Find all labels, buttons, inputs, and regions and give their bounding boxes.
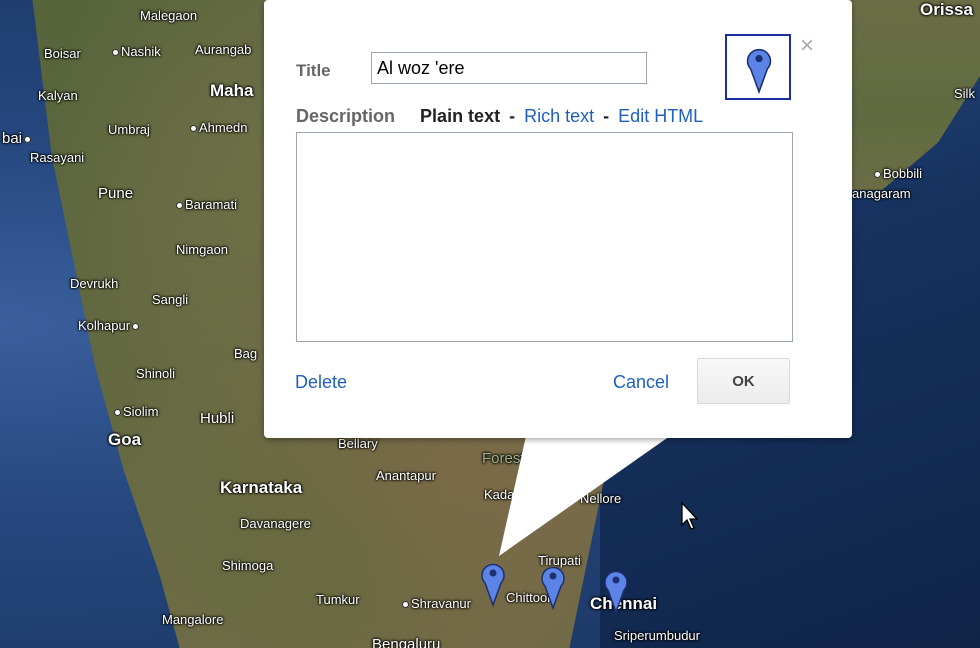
- map-label: Ahmedn: [190, 120, 247, 135]
- map-label: Hubli: [200, 410, 235, 427]
- title-input[interactable]: [371, 52, 647, 84]
- map-label: anagaram: [852, 186, 911, 201]
- map-label: Bag: [234, 346, 258, 361]
- separator: -: [509, 106, 516, 126]
- placemark-pin-icon: [746, 48, 772, 94]
- description-label: Description: [296, 106, 396, 126]
- map-label: Nimgaon: [176, 242, 229, 257]
- map-label: Rasayani: [30, 150, 85, 165]
- map-label: Orissa: [920, 0, 973, 19]
- map-label: bai: [2, 130, 33, 147]
- map-label: Forest: [482, 450, 525, 467]
- close-icon[interactable]: ×: [800, 34, 814, 58]
- map-label: Sangli: [152, 292, 189, 307]
- map-label: Nashik: [112, 44, 161, 59]
- map-label: Pune: [98, 185, 134, 202]
- map-label: Sriperumbudur: [614, 628, 700, 643]
- plain-text-mode: Plain text: [420, 106, 501, 126]
- map-label: Shravanur: [402, 596, 471, 611]
- map-label: Baramati: [176, 197, 237, 212]
- description-textarea[interactable]: [296, 132, 793, 342]
- separator: -: [603, 106, 610, 126]
- map-label: Kolhapur: [78, 318, 141, 333]
- ok-button[interactable]: OK: [697, 358, 790, 404]
- map-label: Boisar: [44, 46, 81, 61]
- delete-link[interactable]: Delete: [295, 372, 347, 393]
- map-label: Silk: [954, 86, 975, 101]
- map-label: Karnataka: [220, 478, 303, 497]
- map-label: Umbraj: [108, 122, 150, 137]
- map-label: Shimoga: [222, 558, 274, 573]
- placemark-pin-icon[interactable]: [539, 562, 567, 610]
- map-label: Bellary: [338, 436, 378, 451]
- map-label: Mangalore: [162, 612, 224, 627]
- map-label: Shinoli: [136, 366, 176, 381]
- placemark-pin-icon[interactable]: [602, 566, 630, 614]
- map-label: Bobbili: [874, 166, 922, 181]
- map-label: Aurangab: [195, 42, 252, 57]
- edit-html-link[interactable]: Edit HTML: [618, 106, 703, 126]
- map-label: Goa: [108, 430, 142, 449]
- mouse-cursor-icon: [680, 501, 700, 531]
- placemark-pin-icon[interactable]: [479, 559, 507, 607]
- map-label: Devrukh: [70, 276, 119, 291]
- map-label: Malegaon: [140, 8, 198, 23]
- map-label: Siolim: [114, 404, 158, 419]
- map-label: Maha: [210, 81, 254, 100]
- map-label: Davanagere: [240, 516, 311, 531]
- map-label: Kalyan: [38, 88, 78, 103]
- rich-text-link[interactable]: Rich text: [524, 106, 594, 126]
- map-label: Bengaluru: [372, 636, 441, 648]
- cancel-link[interactable]: Cancel: [613, 372, 669, 393]
- map-label: Anantapur: [376, 468, 436, 483]
- placemark-icon-selector[interactable]: [725, 34, 791, 100]
- map-label: Tumkur: [316, 592, 360, 607]
- title-label: Title: [296, 61, 331, 80]
- description-row: Description Plain text - Rich text - Edi…: [296, 106, 703, 127]
- placemark-edit-dialog: Title × Description Plain text - Rich te…: [264, 0, 852, 438]
